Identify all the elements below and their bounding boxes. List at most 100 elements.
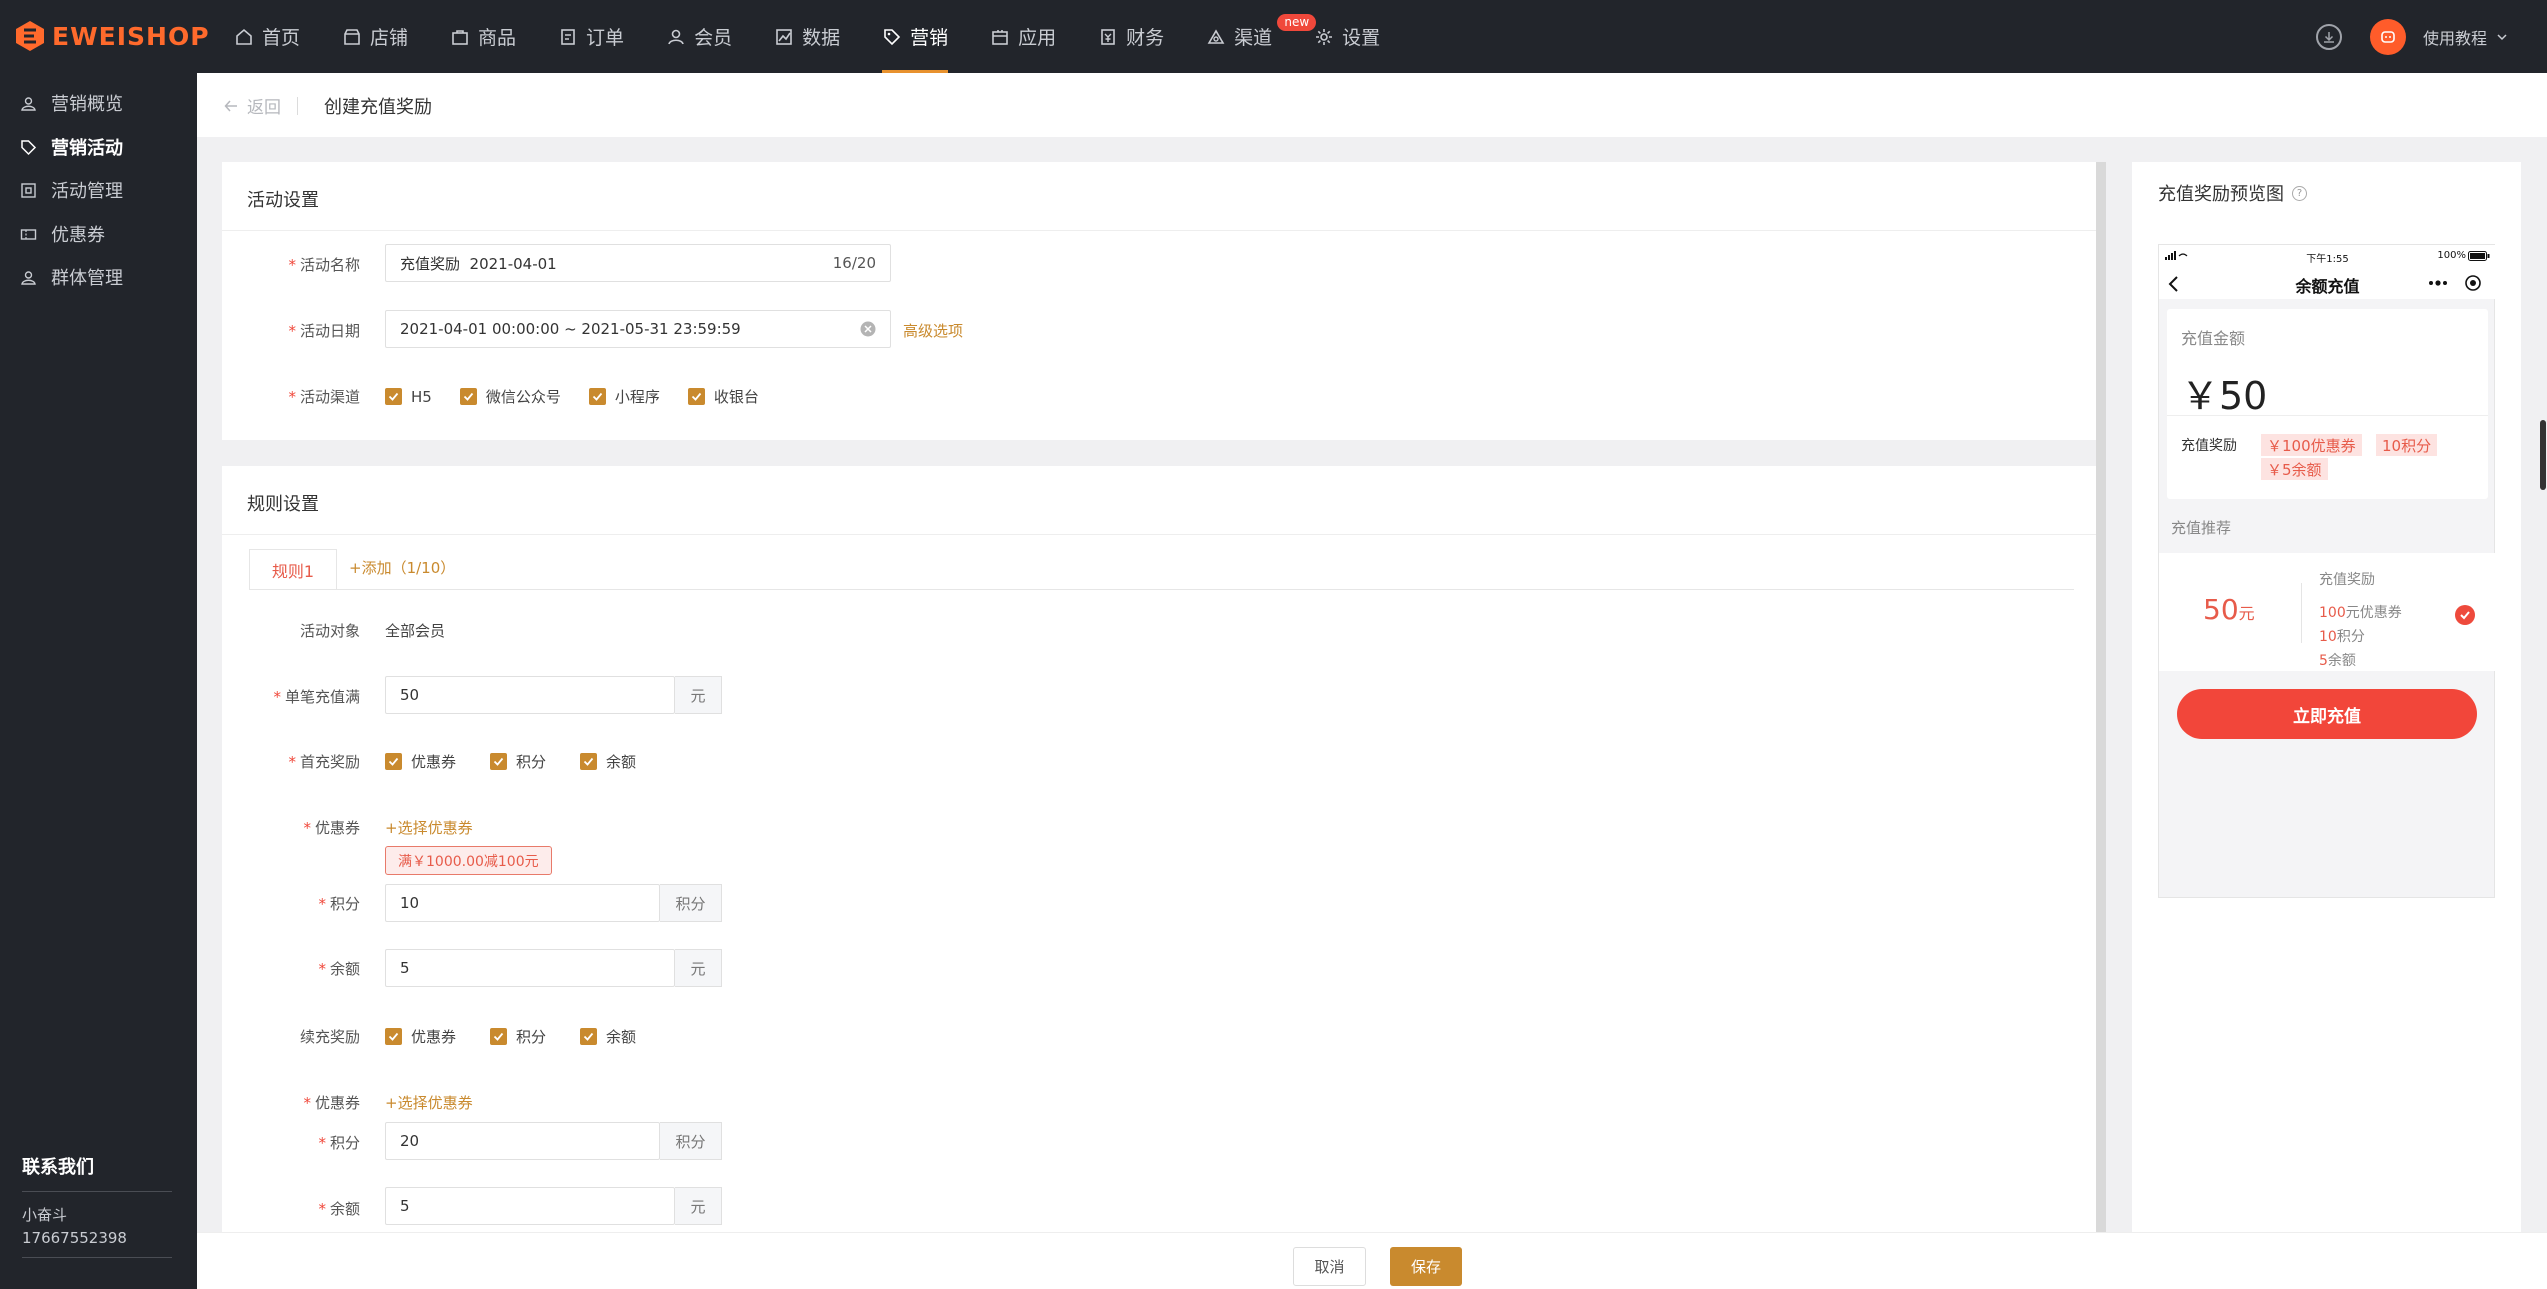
target-label: 活动对象 (299, 622, 360, 640)
first-points-input[interactable]: 10 (385, 884, 660, 922)
contact-title: 联系我们 (22, 1153, 172, 1192)
brand-logo[interactable]: EWEISHOP (14, 18, 210, 54)
advanced-options-link[interactable]: 高级选项 (903, 320, 963, 341)
nav-label: 会员 (694, 27, 733, 49)
nav-item-settings[interactable]: 设置 (1314, 0, 1380, 73)
channel-cashier-checkbox[interactable]: 收银台 (687, 386, 759, 407)
chevron-down-icon[interactable] (2495, 30, 2509, 44)
activity-name-input[interactable]: 充值奖励 2021-04-01 16/20 (385, 244, 891, 282)
first-balance-checkbox[interactable]: 余额 (580, 751, 636, 772)
sidebar-item-activities[interactable]: 营销活动 (20, 134, 123, 160)
gear-icon (1316, 28, 1333, 45)
tab-rule-1[interactable]: 规则1 (249, 549, 337, 589)
sidebar-item-label: 群体管理 (51, 268, 123, 289)
page-title: 创建充值奖励 (324, 97, 432, 118)
coupon-icon (20, 228, 37, 240)
avatar[interactable] (2369, 18, 2406, 55)
activity-date-label: * 活动日期 (288, 322, 360, 340)
add-rule-button[interactable]: +添加（1/10） (349, 557, 455, 578)
nav-label: 应用 (1018, 27, 1057, 49)
more-icon[interactable] (2428, 279, 2448, 287)
nav-label: 店铺 (370, 27, 409, 49)
select-coupon-link[interactable]: +选择优惠券 (385, 1092, 473, 1113)
nav-label: 营销 (910, 27, 949, 49)
renew-points-input[interactable]: 20 (385, 1122, 660, 1160)
download-button[interactable] (2315, 23, 2342, 50)
channel-wechat-checkbox[interactable]: 微信公众号 (459, 386, 561, 407)
renew-balance-label: * 余额 (318, 1200, 360, 1218)
user-face-icon (2381, 30, 2395, 43)
renew-balance-checkbox[interactable]: 余额 (580, 1026, 636, 1047)
first-balance-input[interactable]: 5 (385, 949, 675, 987)
nav-item-order[interactable]: 订单 (558, 0, 624, 73)
nav-label: 数据 (802, 27, 841, 49)
back-button[interactable]: 返回 (223, 93, 298, 118)
char-count: 16/20 (832, 254, 876, 272)
check-icon (490, 1028, 508, 1045)
first-points-checkbox[interactable]: 积分 (490, 751, 546, 772)
brand-name: EWEISHOP (52, 21, 210, 51)
group-icon (21, 270, 36, 285)
renew-points-label: * 积分 (318, 1134, 360, 1152)
check-icon (490, 753, 508, 770)
sidebar-item-groups[interactable]: 群体管理 (20, 264, 123, 290)
top-right-tools: 使用教程 (2315, 0, 2509, 73)
cancel-button[interactable]: 取消 (1293, 1247, 1366, 1286)
renew-balance-input[interactable]: 5 (385, 1187, 675, 1225)
reward-label: 充值奖励 (2181, 438, 2237, 454)
nav-item-data[interactable]: 数据 (774, 0, 840, 73)
preview-panel: 充值奖励预览图 ? 下午1:55 100% 余额充值 充值金额 ￥50 充值奖励… (2132, 162, 2521, 1232)
status-bar: 下午1:55 100% (2159, 245, 2496, 267)
save-button[interactable]: 保存 (1390, 1247, 1462, 1286)
recommend-option[interactable]: 50元 充值奖励 100元优惠券 10积分 5余额 (2159, 553, 2496, 671)
nav-item-member[interactable]: 会员 (666, 0, 732, 73)
new-badge: new (1277, 14, 1317, 31)
nav-item-home[interactable]: 首页 (234, 0, 300, 73)
form-scrollbar[interactable] (2096, 162, 2106, 1232)
page-scrollbar[interactable] (2540, 420, 2546, 490)
first-coupon-checkbox[interactable]: 优惠券 (385, 751, 456, 772)
coupon-tag[interactable]: 满￥1000.00减100元 (385, 846, 552, 875)
recommend-reward-line: 100元优惠券 (2319, 605, 2402, 621)
sidebar-item-coupon[interactable]: 优惠券 (20, 221, 105, 247)
section-title: 活动设置 (247, 190, 319, 211)
unit-suffix: 元 (675, 949, 722, 987)
nav-label: 设置 (1342, 27, 1381, 49)
sidebar-item-manage[interactable]: 活动管理 (20, 177, 123, 203)
channel-miniapp-checkbox[interactable]: 小程序 (588, 386, 660, 407)
nav-label: 渠道 (1234, 27, 1273, 49)
nav-item-shop[interactable]: 店铺 (342, 0, 408, 73)
select-coupon-link[interactable]: +选择优惠券 (385, 817, 473, 838)
renew-points-checkbox[interactable]: 积分 (490, 1026, 546, 1047)
sidebar-item-label: 营销概览 (51, 94, 123, 115)
nav-item-marketing[interactable]: 营销 (882, 0, 949, 73)
renew-coupon-checkbox[interactable]: 优惠券 (385, 1026, 456, 1047)
nav-label: 财务 (1126, 27, 1165, 49)
nav-item-app[interactable]: 应用 (990, 0, 1056, 73)
channel-icon (1207, 28, 1225, 44)
charge-now-button[interactable]: 立即充值 (2177, 689, 2477, 739)
battery-level: 100% (2437, 250, 2466, 261)
clear-icon[interactable] (860, 321, 876, 337)
divider (2167, 415, 2488, 416)
single-charge-input[interactable]: 50 (385, 676, 675, 714)
tag-icon (884, 28, 901, 45)
overview-icon (21, 96, 36, 111)
activity-name-label: * 活动名称 (288, 256, 360, 274)
unit-suffix: 元 (675, 1187, 722, 1225)
help-link[interactable]: 使用教程 (2423, 25, 2487, 49)
close-target-icon[interactable] (2464, 274, 2482, 292)
help-icon[interactable]: ? (2292, 185, 2307, 201)
shop-icon (344, 28, 360, 45)
sidebar-item-overview[interactable]: 营销概览 (20, 90, 123, 116)
logo-icon (16, 21, 44, 51)
activity-date-picker[interactable]: 2021-04-01 00:00:00 ~ 2021-05-31 23:59:5… (385, 310, 891, 348)
nav-item-goods[interactable]: 商品 (450, 0, 516, 73)
section-title: 规则设置 (247, 494, 319, 515)
nav-item-finance[interactable]: 财务 (1098, 0, 1164, 73)
channel-checkboxes: H5 微信公众号 小程序 收银台 (385, 386, 787, 407)
divider (297, 96, 298, 115)
channel-h5-checkbox[interactable]: H5 (385, 388, 432, 406)
recommend-reward-line: 5余额 (2319, 653, 2356, 669)
nav-item-channel[interactable]: 渠道 new (1206, 0, 1317, 73)
